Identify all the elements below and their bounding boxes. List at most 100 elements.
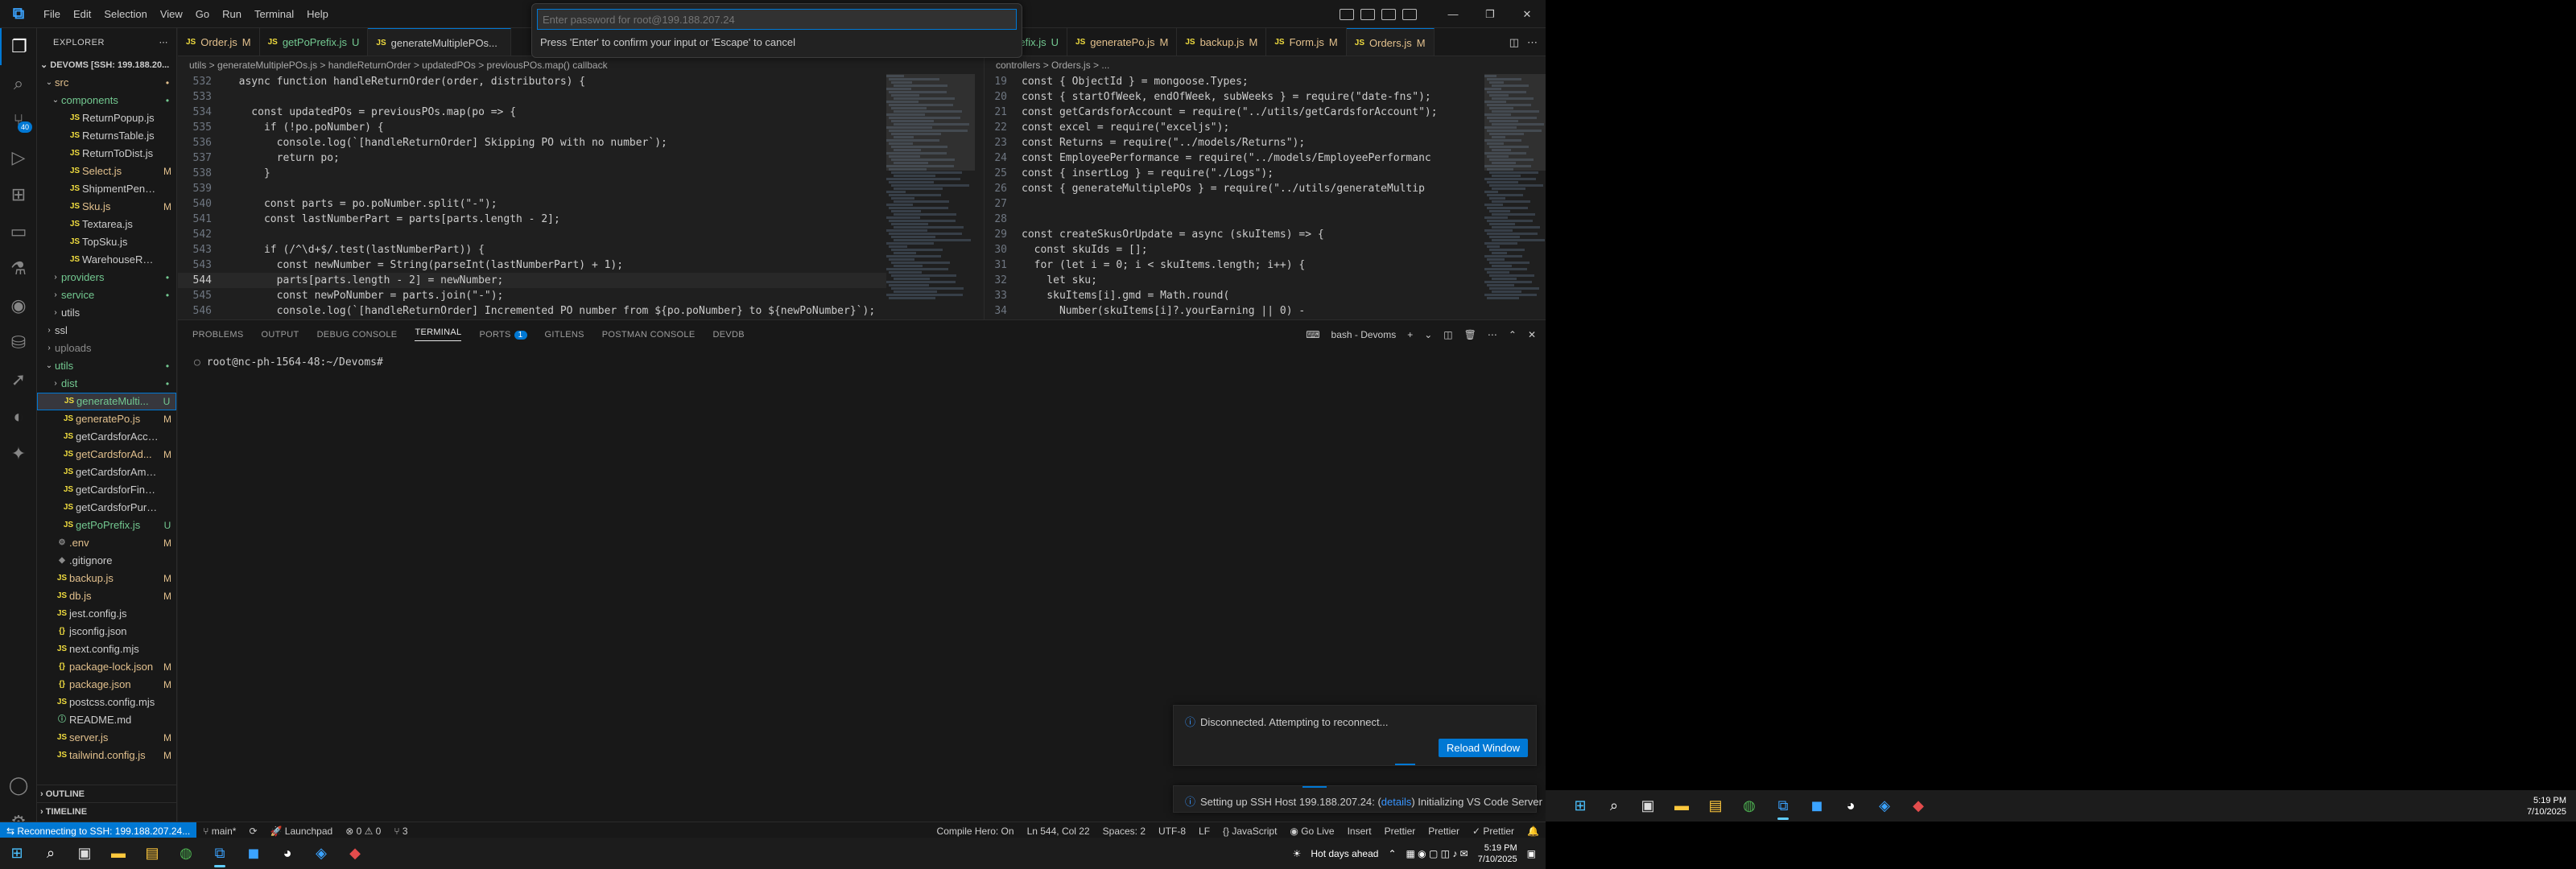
file-item[interactable]: JS ReturnPopup.js (37, 109, 176, 127)
notifications-bell-icon[interactable]: 🔔 (1521, 826, 1546, 837)
remote-explorer-icon[interactable]: ▭ (0, 213, 37, 250)
code-editor-right[interactable]: 19 const { ObjectId } = mongoose.Types; 20… (985, 74, 1481, 319)
panel-tab[interactable]: GITLENS (545, 330, 584, 340)
app-icon-2[interactable]: ◈ (1868, 790, 1901, 822)
file-item[interactable]: ⚙ .env M (37, 534, 176, 552)
editor-tab[interactable]: JS Form.js M (1266, 28, 1347, 56)
file-item[interactable]: JS generatePo.js M (37, 410, 176, 428)
insert-mode[interactable]: Insert (1341, 826, 1378, 837)
file-item[interactable]: ◆ .gitignore (37, 552, 176, 570)
tray-icons[interactable]: ▦ ◉ ▢ ◫ ♪ ✉ (1406, 848, 1468, 859)
file-item[interactable]: JS db.js M (37, 587, 176, 605)
editor-tab[interactable]: JS generatePo.js M (1067, 28, 1178, 56)
editor-tab[interactable]: JS Order.js M (178, 28, 260, 56)
folder-item[interactable]: › service • (37, 286, 176, 304)
folder-item[interactable]: ⌄ src • (37, 74, 176, 92)
panel-tab[interactable]: POSTMAN CONSOLE (602, 330, 696, 340)
terminal-name[interactable]: bash - Devoms (1331, 329, 1397, 340)
gitlens-icon[interactable]: ◉ (0, 287, 37, 324)
close-panel-icon[interactable]: ✕ (1528, 329, 1536, 340)
prettier-status-2[interactable]: Prettier (1422, 826, 1466, 837)
menu-item[interactable]: Help (300, 0, 335, 28)
account-icon[interactable]: ◯ (0, 767, 37, 804)
file-item[interactable]: JSShipmentPending... (37, 180, 176, 198)
terminal-output[interactable]: ○ root@nc-ph-1564-48:~/Devoms# (178, 348, 1546, 377)
compile-hero-status[interactable]: Compile Hero: On (931, 826, 1021, 837)
taskbar-search-icon[interactable]: ⌕ (34, 838, 68, 869)
vscode-taskbar-icon[interactable]: ⧉ (1766, 790, 1800, 822)
menu-item[interactable]: Go (189, 0, 216, 28)
taskbar-search-icon[interactable]: ⌕ (1597, 790, 1631, 822)
launchpad-status[interactable]: 🚀 Launchpad (264, 826, 340, 837)
notification-center-icon[interactable]: ▣ (1527, 848, 1536, 859)
file-item[interactable]: JS ReturnToDist.js (37, 145, 176, 163)
folder-item[interactable]: ⌄ components • (37, 92, 176, 109)
file-item[interactable]: JSgetCardsforAmazon.js (37, 463, 176, 481)
search-icon[interactable]: ⌕ (0, 65, 37, 102)
go-live-status[interactable]: ◉ Go Live (1283, 826, 1340, 837)
toggle-panel-icon[interactable] (1360, 8, 1375, 20)
file-item[interactable]: JS next.config.mjs (37, 640, 176, 658)
sync-icon[interactable]: ⟳ (242, 826, 263, 837)
task-view-icon[interactable]: ▣ (68, 838, 101, 869)
task-view-icon[interactable]: ▣ (1631, 790, 1665, 822)
folder-item[interactable]: › uploads (37, 340, 176, 357)
file-item[interactable]: {} package-lock.json M (37, 658, 176, 676)
testing-icon[interactable]: ⚗ (0, 250, 37, 287)
menu-item[interactable]: Selection (97, 0, 153, 28)
cursor-position[interactable]: Ln 544, Col 22 (1021, 826, 1096, 837)
file-item[interactable]: {} package.json M (37, 676, 176, 694)
file-item[interactable]: JS server.js M (37, 729, 176, 747)
file-item[interactable]: JSgetCardsforPurchasi... (37, 499, 176, 517)
branch-status[interactable]: ⑂ main* (196, 826, 242, 837)
reload-window-button[interactable]: Reload Window (1438, 739, 1528, 757)
menu-item[interactable]: Terminal (248, 0, 300, 28)
clock[interactable]: 5:19 PM 7/10/2025 (1478, 842, 1517, 865)
file-item[interactable]: JS Textarea.js (37, 216, 176, 233)
menu-item[interactable]: View (154, 0, 189, 28)
editor-tab[interactable]: JS backup.js M (1177, 28, 1267, 56)
app-icon-1[interactable]: ◕ (1834, 790, 1868, 822)
folder-item[interactable]: › ssl (37, 322, 176, 340)
app-icon-1[interactable]: ◕ (270, 838, 304, 869)
file-item[interactable]: JS backup.js M (37, 570, 176, 587)
folder-item[interactable]: ⌄ utils • (37, 357, 176, 375)
file-item[interactable]: JS tailwind.config.js M (37, 747, 176, 764)
close-window-button[interactable]: ✕ (1509, 0, 1546, 28)
encoding[interactable]: UTF-8 (1152, 826, 1192, 837)
file-explorer-icon[interactable]: ▬ (1665, 790, 1699, 822)
editor-tab[interactable]: JS getPoPrefix.js U (260, 28, 369, 56)
database-icon[interactable]: ⛁ (0, 324, 37, 361)
folder-item[interactable]: › utils (37, 304, 176, 322)
toggle-secondary-sidebar-icon[interactable] (1381, 8, 1396, 20)
minimap-slider[interactable] (886, 74, 975, 171)
file-item[interactable]: JS ReturnsTable.js (37, 127, 176, 145)
file-item[interactable]: JS generateMulti... U (37, 393, 176, 410)
code-editor-left[interactable]: 532 async function handleReturnOrder(ord… (178, 74, 886, 319)
source-control-icon[interactable]: ⑂ 40 (0, 102, 37, 139)
anydesk-icon[interactable]: ◆ (1901, 790, 1935, 822)
file-item[interactable]: ⓘ README.md (37, 711, 176, 729)
menu-item[interactable]: Edit (67, 0, 97, 28)
more-actions-icon[interactable]: ⋯ (159, 37, 169, 47)
app-icon-2[interactable]: ◈ (304, 838, 338, 869)
postman-icon[interactable]: ◐ (0, 398, 37, 435)
more-actions-icon[interactable]: ⋯ (1488, 329, 1497, 340)
file-item[interactable]: JS TopSku.js (37, 233, 176, 251)
language-mode[interactable]: {} JavaScript (1216, 826, 1283, 837)
folder-item[interactable]: › providers • (37, 269, 176, 286)
breadcrumb-right[interactable]: controllers > Orders.js > ... (985, 56, 1546, 74)
details-link[interactable]: details (1381, 796, 1412, 808)
prettier-status-3[interactable]: ✓ Prettier (1466, 826, 1521, 837)
panel-tab[interactable]: OUTPUT (262, 330, 299, 340)
ms-store-icon[interactable]: ▤ (135, 838, 169, 869)
toggle-sidebar-icon[interactable] (1340, 8, 1354, 20)
password-input[interactable] (537, 9, 1017, 30)
prettier-status-1[interactable]: Prettier (1378, 826, 1422, 837)
vscode-taskbar-icon[interactable]: ⧉ (203, 838, 237, 869)
file-explorer-icon[interactable]: ▬ (101, 838, 135, 869)
chevron-down-icon[interactable]: ⌄ (1424, 329, 1432, 340)
file-item[interactable]: JS getPoPrefix.js U (37, 517, 176, 534)
live-share-icon[interactable]: ➚ (0, 361, 37, 398)
workspace-root[interactable]: ⌄ DEVOMS [SSH: 199.188.20... (37, 56, 176, 74)
